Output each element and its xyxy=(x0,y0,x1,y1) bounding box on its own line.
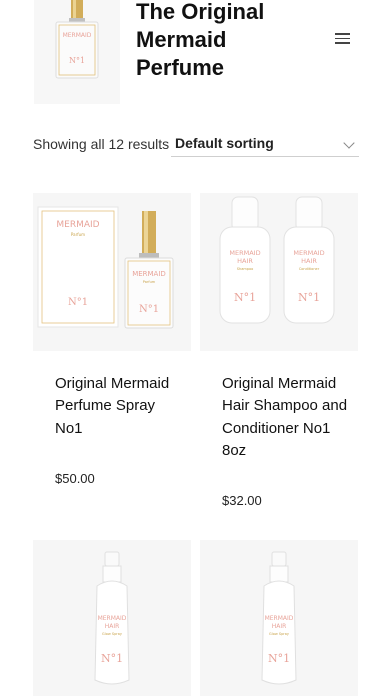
hair-spray-image: MERMAID HAIR Glow Spray N°1 xyxy=(200,540,358,696)
svg-text:Parfum: Parfum xyxy=(71,232,85,237)
svg-text:N°1: N°1 xyxy=(139,304,159,315)
product-image[interactable]: MERMAID HAIR Glow Spray N°1 xyxy=(200,540,358,696)
product-title[interactable]: Original Mermaid Perfume Spray No1 xyxy=(55,373,180,440)
product-image[interactable]: MERMAID HAIR Glow Spray N°1 xyxy=(33,540,191,696)
page-title: The Original Mermaid Perfume xyxy=(136,0,265,80)
shop-toolbar: Showing all 12 results Default sorting xyxy=(33,132,363,158)
svg-text:Glow Spray: Glow Spray xyxy=(269,632,289,636)
sorting-value: Default sorting xyxy=(175,135,274,151)
product-image[interactable]: MERMAID HAIR Shampoo N°1 MERMAID HAIR Co… xyxy=(200,193,358,351)
svg-text:HAIR: HAIR xyxy=(105,623,120,630)
product-card[interactable]: MERMAID HAIR Shampoo N°1 MERMAID HAIR Co… xyxy=(200,193,358,535)
svg-text:MERMAID: MERMAID xyxy=(265,615,294,622)
perfume-bottle-image: MERMAID N°1 xyxy=(34,0,120,104)
svg-text:MERMAID: MERMAID xyxy=(63,32,92,39)
header: MERMAID N°1 The Original Mermaid Perfume xyxy=(0,0,392,110)
product-image[interactable]: MERMAID Parfum N°1 MERMAID Parfum N°1 xyxy=(33,193,191,351)
product-price: $50.00 xyxy=(55,471,95,486)
sorting-select[interactable]: Default sorting xyxy=(171,132,359,157)
product-card[interactable]: MERMAID Parfum N°1 MERMAID Parfum N°1 Or… xyxy=(33,193,191,535)
hamburger-icon[interactable] xyxy=(330,30,354,50)
hair-spray-image: MERMAID HAIR Glow Spray N°1 xyxy=(33,540,191,696)
svg-text:Parfum: Parfum xyxy=(143,280,156,284)
svg-text:HAIR: HAIR xyxy=(301,257,317,265)
svg-text:Conditioner: Conditioner xyxy=(299,267,320,271)
svg-text:Glow Spray: Glow Spray xyxy=(102,632,122,636)
svg-text:Shampoo: Shampoo xyxy=(237,267,254,271)
svg-text:N°1: N°1 xyxy=(298,291,320,304)
svg-text:MERMAID: MERMAID xyxy=(56,220,99,230)
product-price: $32.00 xyxy=(222,493,262,508)
chevron-down-icon xyxy=(343,137,355,149)
svg-text:N°1: N°1 xyxy=(268,652,290,665)
svg-text:HAIR: HAIR xyxy=(237,257,253,265)
svg-text:N°1: N°1 xyxy=(69,56,85,65)
product-card[interactable]: MERMAID HAIR Glow Spray N°1 xyxy=(33,540,191,696)
site-logo[interactable]: MERMAID N°1 xyxy=(34,0,120,104)
svg-text:HAIR: HAIR xyxy=(272,623,287,630)
perfume-box-and-bottle-image: MERMAID Parfum N°1 MERMAID Parfum N°1 xyxy=(33,193,191,351)
svg-text:N°1: N°1 xyxy=(101,652,123,665)
svg-text:N°1: N°1 xyxy=(234,291,256,304)
product-card[interactable]: MERMAID HAIR Glow Spray N°1 xyxy=(200,540,358,696)
svg-text:MERMAID: MERMAID xyxy=(293,249,324,257)
shampoo-conditioner-image: MERMAID HAIR Shampoo N°1 MERMAID HAIR Co… xyxy=(200,193,358,351)
svg-text:MERMAID: MERMAID xyxy=(132,270,166,278)
svg-text:MERMAID: MERMAID xyxy=(229,249,260,257)
result-count: Showing all 12 results xyxy=(33,136,170,152)
svg-text:MERMAID: MERMAID xyxy=(98,615,127,622)
svg-text:N°1: N°1 xyxy=(68,297,88,308)
product-title[interactable]: Original Mermaid Hair Shampoo and Condit… xyxy=(222,373,352,462)
